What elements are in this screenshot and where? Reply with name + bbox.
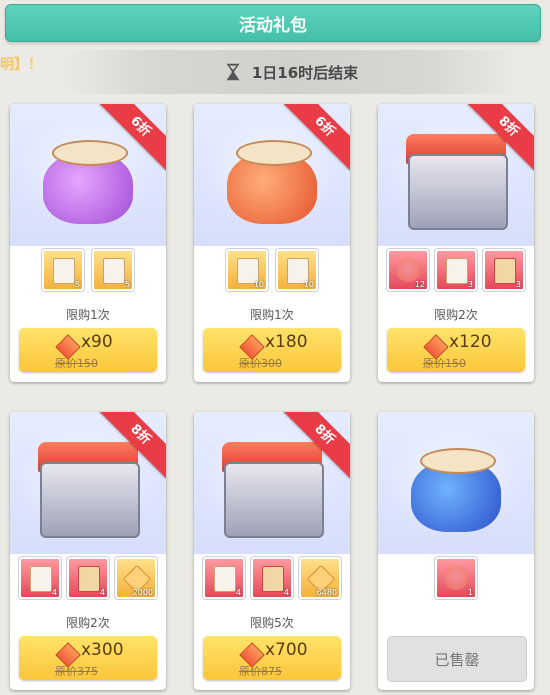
price-label: x700 [265, 640, 308, 660]
original-price: 原价375 [55, 665, 98, 678]
item-quantity: 2000 [132, 588, 153, 597]
item-quantity: 5 [124, 280, 130, 289]
reward-item-scroll[interactable]: 4 [251, 557, 293, 599]
reward-item-certificate[interactable]: 4 [203, 557, 245, 599]
card-icon [103, 258, 125, 284]
gift-card-2[interactable]: 6折 10 10 限购1次 x180 原价300 [194, 104, 350, 382]
price-label: x120 [449, 332, 492, 352]
item-quantity: 4 [99, 588, 105, 597]
certificate-icon [446, 258, 468, 284]
gift-card-6[interactable]: 1 已售罄 [378, 412, 534, 690]
reward-items: 4 4 2000 [10, 557, 166, 603]
purchase-limit: 限购5次 [250, 616, 294, 630]
item-quantity: 4 [235, 588, 241, 597]
purchase-limit: 限购2次 [66, 616, 110, 630]
purchase-limit: 限购1次 [66, 308, 110, 322]
original-price: 原价300 [239, 357, 282, 370]
gift-card-4[interactable]: 8折 4 4 2000 限购2次 x300 原价375 [10, 412, 166, 690]
original-price: 原价875 [239, 665, 282, 678]
discount-ribbon: 8折 [467, 104, 534, 171]
buy-button[interactable]: x180 原价300 [203, 328, 341, 372]
original-price: 原价150 [423, 357, 466, 370]
orb-icon [396, 258, 420, 282]
reward-items: 12 3 3 [378, 249, 534, 295]
reward-items: 1 [378, 557, 534, 603]
card-art [378, 412, 534, 554]
reward-item-card[interactable]: 5 [92, 249, 134, 291]
reward-items: 10 10 [194, 249, 350, 295]
scroll-icon [262, 566, 284, 592]
discount-ribbon: 8折 [283, 412, 350, 479]
discount-label: 8折 [467, 104, 534, 171]
reward-item-orb[interactable]: 12 [387, 249, 429, 291]
discount-label: 8折 [283, 412, 350, 479]
reward-item-card[interactable]: 10 [276, 249, 318, 291]
gift-card-5[interactable]: 8折 4 4 6480 限购5次 x700 原价875 [194, 412, 350, 690]
discount-ribbon: 6折 [283, 104, 350, 171]
discount-label: 6折 [283, 104, 350, 171]
item-quantity: 10 [253, 280, 264, 289]
purchase-limit: 限购1次 [250, 308, 294, 322]
discount-ribbon: 8折 [99, 412, 166, 479]
reward-items: 4 4 6480 [194, 557, 350, 603]
buy-button[interactable]: x300 原价375 [19, 636, 157, 680]
scroll-icon [78, 566, 100, 592]
certificate-icon [214, 566, 236, 592]
header-title-bar: 活动礼包 [5, 4, 541, 42]
document-icon [53, 258, 75, 284]
reward-item-document[interactable]: 10 [226, 249, 268, 291]
gift-card-1[interactable]: 6折 5 5 限购1次 x90 原价150 [10, 104, 166, 382]
buy-button[interactable]: x90 原价150 [19, 328, 157, 372]
item-quantity: 6480 [316, 588, 337, 597]
item-quantity: 3 [515, 280, 521, 289]
price-label: x300 [81, 640, 124, 660]
certificate-icon [30, 566, 52, 592]
sold-out-button[interactable]: 已售罄 [387, 636, 527, 682]
reward-item-scroll[interactable]: 3 [483, 249, 525, 291]
buy-button[interactable]: x700 原价875 [203, 636, 341, 680]
discount-label: 8折 [99, 412, 166, 479]
discount-label: 6折 [99, 104, 166, 171]
notice-text: 明】！ [0, 57, 42, 73]
price-label: x90 [81, 332, 113, 352]
price-label: x180 [265, 332, 308, 352]
item-quantity: 1 [467, 588, 473, 597]
reward-item-pack[interactable]: 6480 [299, 557, 341, 599]
item-quantity: 4 [283, 588, 289, 597]
item-quantity: 5 [74, 280, 80, 289]
item-quantity: 3 [467, 280, 473, 289]
countdown-text: 1日16时后结束 [251, 63, 359, 82]
hourglass-icon [226, 63, 240, 81]
gift-card-3[interactable]: 8折 12 3 3 限购2次 x120 原价150 [378, 104, 534, 382]
reward-item-orb[interactable]: 1 [435, 557, 477, 599]
reward-item-certificate[interactable]: 3 [435, 249, 477, 291]
reward-items: 5 5 [10, 249, 166, 295]
item-quantity: 12 [414, 280, 425, 289]
purchase-limit: 限购2次 [434, 308, 478, 322]
scroll-icon [494, 258, 516, 284]
countdown-bar: 1日16时后结束 [60, 50, 520, 94]
reward-item-certificate[interactable]: 4 [19, 557, 61, 599]
bag-contents-image [420, 448, 496, 474]
original-price: 原价150 [55, 357, 98, 370]
orb-icon [444, 566, 468, 590]
item-quantity: 10 [303, 280, 314, 289]
discount-ribbon: 6折 [99, 104, 166, 171]
reward-item-scroll[interactable]: 4 [67, 557, 109, 599]
reward-item-document[interactable]: 5 [42, 249, 84, 291]
item-quantity: 4 [51, 588, 57, 597]
buy-button[interactable]: x120 原价150 [387, 328, 525, 372]
page-title: 活动礼包 [239, 15, 307, 36]
reward-item-pack[interactable]: 2000 [115, 557, 157, 599]
